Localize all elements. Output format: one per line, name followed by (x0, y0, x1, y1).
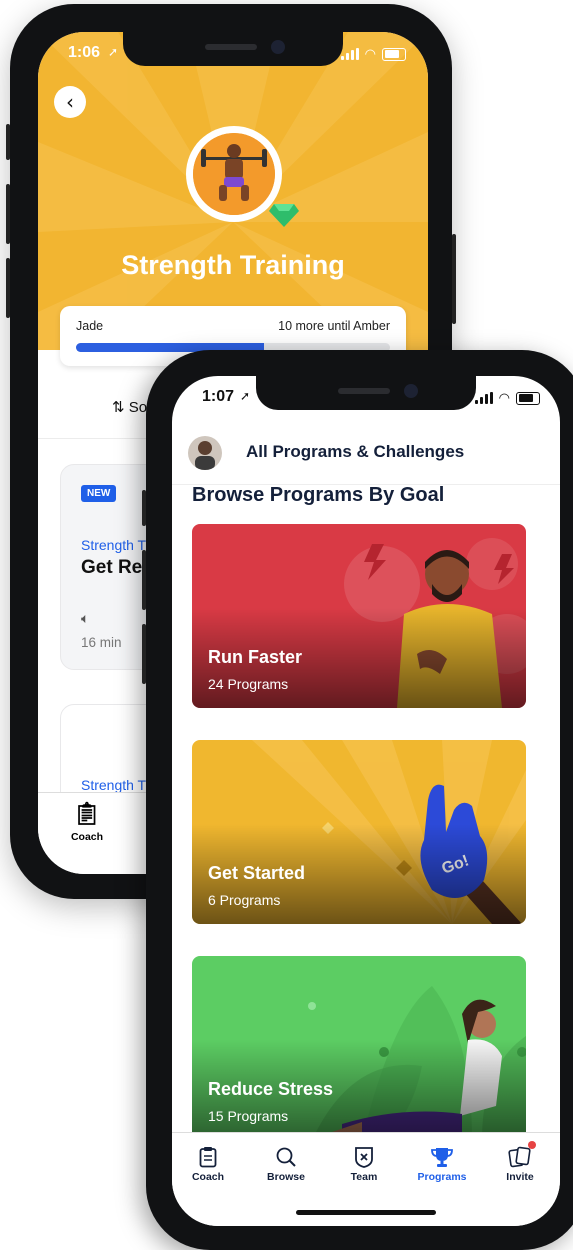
goal-title: Reduce Stress (208, 1079, 334, 1099)
sort-button[interactable]: ⇅ So (112, 398, 147, 416)
goal-card-reduce-stress[interactable]: Reduce Stress 15 Programs (192, 956, 526, 1140)
current-level-label: Jade (76, 319, 104, 333)
wifi-icon: ◠ (364, 46, 376, 61)
side-button (142, 624, 146, 684)
search-icon (256, 1143, 316, 1171)
clipboard-icon: 📋︎ (73, 801, 101, 826)
gem-icon (269, 204, 299, 227)
goal-card-run-faster[interactable]: Run Faster 24 Programs (192, 524, 526, 708)
front-phone-screen: 1:07 ➚ ◠ All Programs & Challenges Brows… (172, 376, 560, 1226)
goal-program-count: 24 Programs (208, 676, 289, 692)
trophy-icon (412, 1143, 472, 1171)
section-title: Browse Programs By Goal (192, 484, 445, 506)
chevron-left-icon: ‹ (66, 90, 74, 114)
program-category: Strength T (81, 777, 147, 793)
tab-team[interactable]: Team (334, 1143, 394, 1183)
back-button[interactable]: ‹ (54, 86, 86, 118)
avatar[interactable] (188, 436, 222, 470)
side-button (6, 184, 10, 244)
status-bar: 1:07 ➚ ◠ (172, 388, 560, 410)
tab-label: Invite (506, 1171, 534, 1183)
front-phone: 1:07 ➚ ◠ All Programs & Challenges Brows… (142, 350, 573, 1250)
user-photo (195, 441, 215, 470)
side-button (6, 124, 10, 160)
next-level-label: 10 more until Amber (278, 319, 390, 333)
tab-browse[interactable]: Browse (256, 1143, 316, 1183)
tab-label: Coach (70, 831, 104, 843)
program-title: Strength Training (121, 250, 345, 280)
tab-programs[interactable]: Programs (412, 1143, 472, 1183)
home-indicator (296, 1210, 436, 1215)
notification-dot (528, 1141, 536, 1149)
status-bar: 1:06 ➚ ◠ (38, 44, 428, 66)
goal-card-get-started[interactable]: Go! Get Started 6 Programs (192, 740, 526, 924)
tab-label: Programs (417, 1171, 467, 1183)
signal-icon (474, 392, 493, 404)
sort-label: So (128, 399, 148, 416)
hero-banner: Strength Training (38, 32, 428, 350)
tab-coach[interactable]: Coach (178, 1143, 238, 1183)
side-button (142, 550, 146, 610)
page-title: All Programs & Challenges (246, 442, 465, 461)
audio-icon: 🔈︎ (81, 611, 90, 627)
tab-label: Browse (267, 1171, 305, 1183)
battery-icon (516, 391, 540, 405)
goal-title: Get Started (208, 863, 306, 883)
status-time: 1:07 (202, 388, 235, 405)
goal-program-count: 15 Programs (208, 1108, 289, 1124)
side-button (142, 490, 146, 526)
location-arrow-icon: ➚ (108, 45, 119, 59)
goal-program-count: 6 Programs (208, 892, 281, 908)
program-category: Strength T (81, 537, 147, 553)
tab-label: Team (350, 1171, 378, 1183)
goal-title: Run Faster (208, 647, 303, 667)
side-button (6, 258, 10, 318)
sort-arrows-icon: ⇅ (112, 399, 125, 416)
weightlifter-illustration (193, 133, 275, 215)
page-header: All Programs & Challenges (172, 432, 560, 485)
tab-coach[interactable]: 📋︎ Coach (52, 801, 122, 843)
invite-cards-icon (490, 1141, 550, 1171)
tab-bar: Coach Browse Team Programs Invite (172, 1132, 560, 1226)
tab-invite[interactable]: Invite (490, 1141, 550, 1183)
location-arrow-icon: ➚ (240, 389, 251, 403)
program-duration: 16 min (81, 635, 122, 650)
tab-label: Coach (191, 1171, 225, 1183)
team-shield-icon (334, 1143, 394, 1171)
clipboard-icon (178, 1143, 238, 1171)
new-badge: NEW (81, 485, 117, 502)
program-card-title: Get Re (81, 557, 143, 578)
signal-icon (340, 48, 359, 60)
side-button (452, 234, 456, 324)
wifi-icon: ◠ (498, 390, 510, 405)
status-time: 1:06 (68, 44, 101, 61)
battery-icon (382, 47, 406, 61)
